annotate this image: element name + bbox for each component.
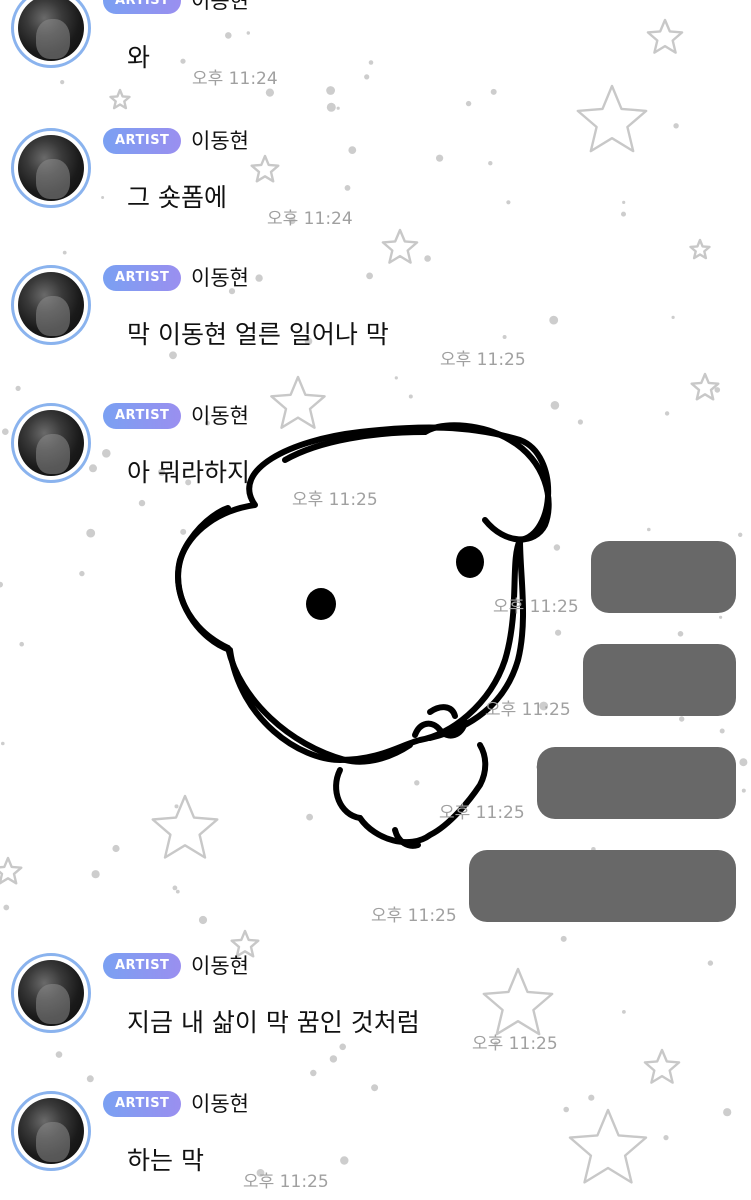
chat-message-outgoing-redacted[interactable] <box>469 850 736 922</box>
avatar-photo <box>18 1098 84 1164</box>
artist-badge: ARTIST <box>103 128 182 154</box>
artist-badge: ARTIST <box>103 0 182 14</box>
sender-name[interactable]: 이동현 <box>191 0 249 15</box>
artist-badge: ARTIST <box>103 1091 182 1117</box>
artist-avatar[interactable] <box>11 953 91 1033</box>
avatar-photo <box>18 272 84 338</box>
artist-avatar[interactable] <box>11 128 91 208</box>
avatar-photo <box>18 960 84 1026</box>
message-timestamp: 오후 11:25 <box>472 1034 558 1054</box>
avatar-photo <box>18 135 84 201</box>
chat-message-outgoing-redacted[interactable] <box>537 747 736 819</box>
sender-name[interactable]: 이동현 <box>191 1088 249 1118</box>
chat-message-outgoing-redacted[interactable] <box>583 644 736 716</box>
message-timestamp: 오후 11:25 <box>371 906 457 926</box>
message-text: 하는 막 <box>127 1146 204 1175</box>
artist-badge: ARTIST <box>103 403 182 429</box>
message-timestamp: 오후 11:24 <box>267 209 353 229</box>
artist-avatar[interactable] <box>11 403 91 483</box>
artist-badge: ARTIST <box>103 265 182 291</box>
message-timestamp: 오후 11:25 <box>292 490 378 510</box>
message-text: 지금 내 삶이 막 꿈인 것처럼 <box>127 1008 420 1037</box>
message-text: 막 이동현 얼른 일어나 막 <box>127 320 389 349</box>
artist-badge: ARTIST <box>103 953 182 979</box>
chat-message-outgoing-redacted[interactable] <box>591 541 736 613</box>
artist-avatar[interactable] <box>11 1091 91 1171</box>
message-timestamp: 오후 11:25 <box>439 803 525 823</box>
message-timestamp: 오후 11:25 <box>440 350 526 370</box>
sender-name[interactable]: 이동현 <box>191 262 249 292</box>
message-text: 와 <box>127 43 151 72</box>
message-text: 아 뭐라하지 <box>127 458 250 487</box>
sender-name[interactable]: 이동현 <box>191 400 249 430</box>
message-timestamp: 오후 11:25 <box>493 597 579 617</box>
avatar-photo <box>18 410 84 476</box>
message-timestamp: 오후 11:25 <box>485 700 571 720</box>
sender-name[interactable]: 이동현 <box>191 125 249 155</box>
artist-avatar[interactable] <box>11 265 91 345</box>
sender-name[interactable]: 이동현 <box>191 950 249 980</box>
message-timestamp: 오후 11:25 <box>243 1172 329 1192</box>
message-text: 그 숏폼에 <box>127 183 227 212</box>
avatar-photo <box>18 0 84 61</box>
message-timestamp: 오후 11:24 <box>192 69 278 89</box>
